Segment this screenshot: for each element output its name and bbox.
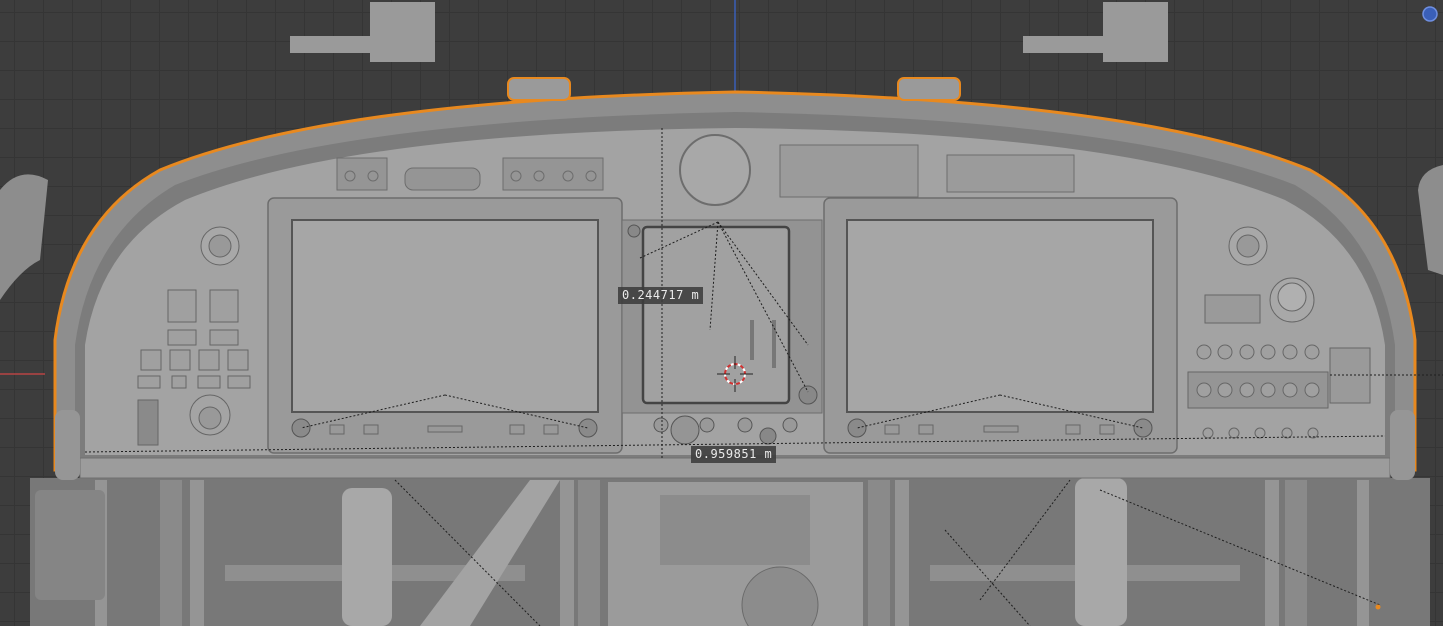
background-brackets [290,2,1168,62]
measurement-label-height: 0.244717 m [618,287,704,304]
right-display[interactable] [823,197,1178,454]
standby-gauge[interactable] [679,134,751,206]
3d-viewport[interactable]: 0.244717 m 0.959851 m [0,0,1443,626]
glareshield-tab-left [507,77,571,101]
left-display[interactable] [267,197,623,454]
placard-right [946,154,1075,193]
right-air-vent [1418,165,1443,275]
navigation-gizmo-icon[interactable] [1422,6,1438,22]
measurement-label-width: 0.959851 m [691,446,777,463]
cockpit-model[interactable] [0,0,1443,626]
left-air-vent [0,174,48,300]
lower-cockpit-structure [30,478,1430,626]
placard-left [779,144,919,198]
center-radio-stack[interactable] [621,219,823,445]
glareshield-tab-right [897,77,961,101]
origin-point-icon [1375,604,1381,610]
